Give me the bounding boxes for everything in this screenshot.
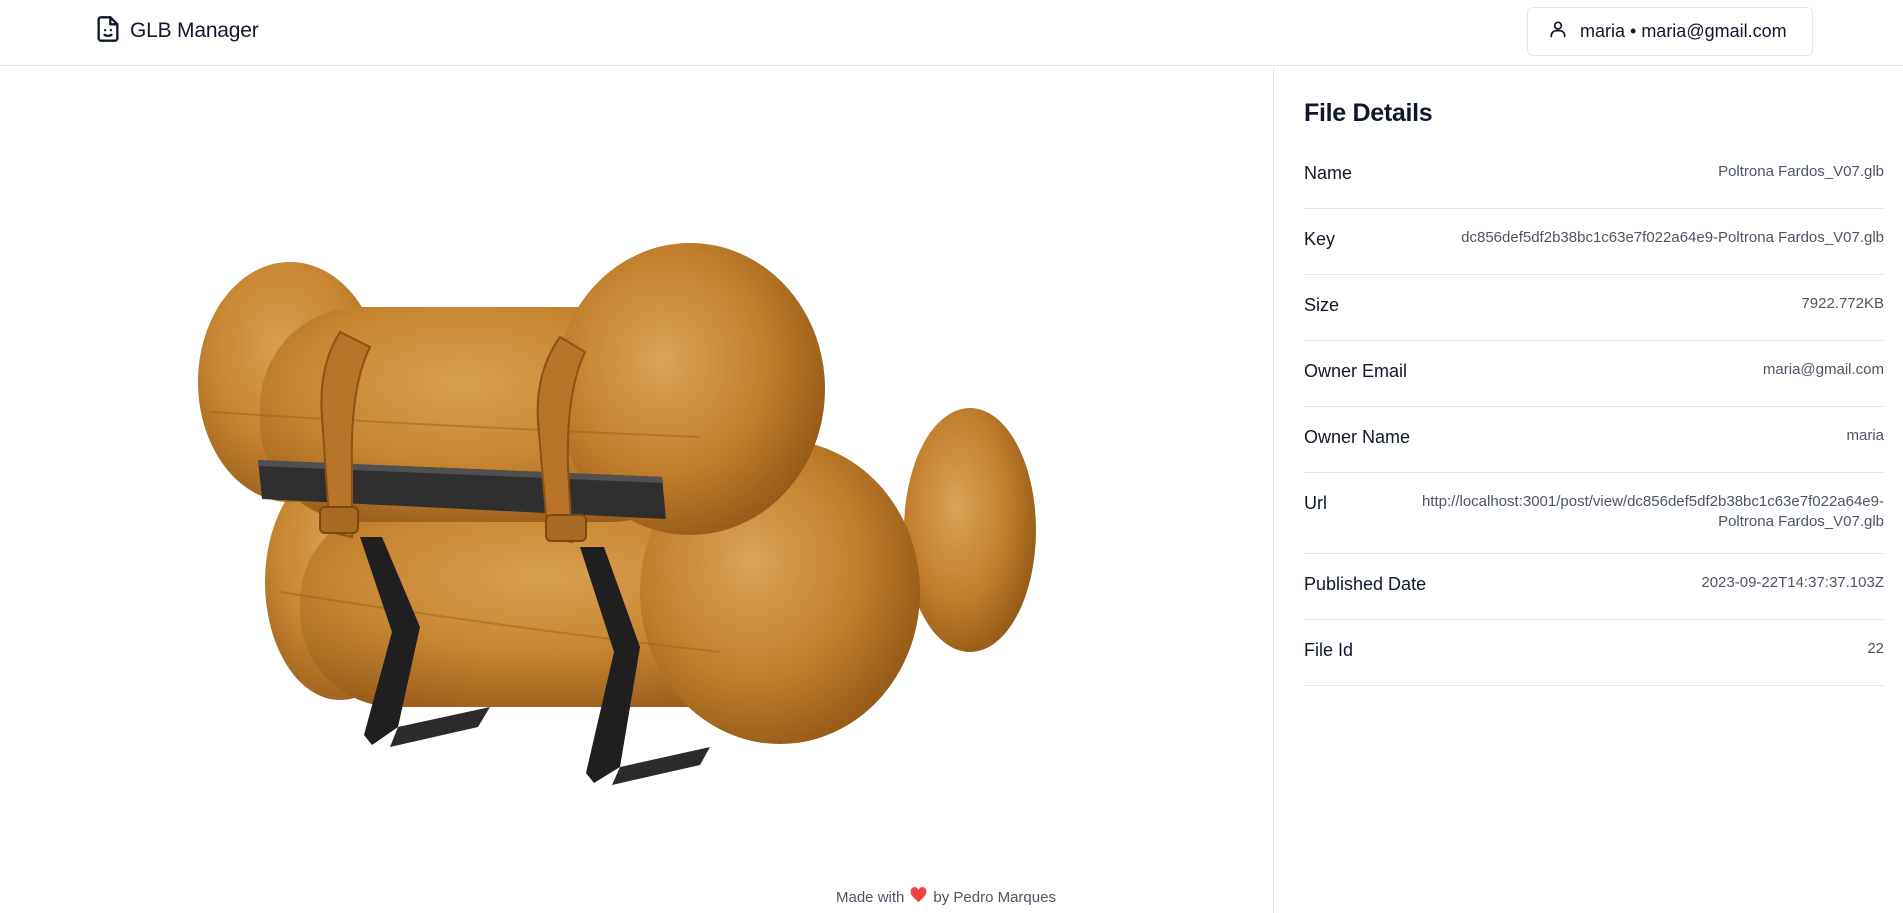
- detail-row-key: Key dc856def5df2b38bc1c63e7f022a64e9-Pol…: [1304, 209, 1884, 275]
- heart-icon: [910, 887, 927, 907]
- detail-row-url: Url http://localhost:3001/post/view/dc85…: [1304, 473, 1884, 554]
- detail-row-owner-name: Owner Name maria: [1304, 407, 1884, 473]
- detail-row-size: Size 7922.772KB: [1304, 275, 1884, 341]
- detail-value: maria@gmail.com: [1762, 361, 1884, 378]
- user-label: maria • maria@gmail.com: [1580, 21, 1787, 41]
- footer-made-with: Made with: [836, 888, 905, 906]
- detail-value: 2023-09-22T14:37:37.103Z: [1701, 574, 1884, 591]
- detail-value: Poltrona Fardos_V07.glb: [1718, 163, 1884, 180]
- footer-author: by Pedro Marques: [933, 888, 1056, 906]
- detail-row-name: Name Poltrona Fardos_V07.glb: [1304, 143, 1884, 209]
- detail-row-file-id: File Id 22: [1304, 620, 1884, 686]
- detail-value: 22: [1867, 640, 1884, 657]
- user-icon: [1548, 19, 1568, 44]
- detail-label: File Id: [1304, 640, 1354, 660]
- detail-row-owner-email: Owner Email maria@gmail.com: [1304, 341, 1884, 407]
- footer: Made with by Pedro Marques: [836, 887, 1056, 907]
- detail-label: Size: [1304, 295, 1340, 315]
- app-title: GLB Manager: [130, 19, 259, 42]
- detail-value: dc856def5df2b38bc1c63e7f022a64e9-Poltron…: [1461, 229, 1884, 246]
- detail-label: Url: [1304, 493, 1327, 513]
- detail-label: Owner Name: [1304, 427, 1411, 447]
- detail-label: Published Date: [1304, 574, 1427, 594]
- glb-model-render: [198, 243, 1036, 785]
- panel-title: File Details: [1304, 99, 1433, 127]
- panel-divider: [1273, 67, 1274, 913]
- detail-label: Name: [1304, 163, 1353, 183]
- url-line-1: http://localhost:3001/post/view/dc856def…: [1421, 493, 1884, 510]
- top-header: GLB Manager maria • maria@gmail.com: [0, 0, 1903, 66]
- detail-label: Key: [1304, 229, 1336, 249]
- url-line-2: Poltrona Fardos_V07.glb: [1718, 513, 1884, 530]
- detail-value: 7922.772KB: [1801, 295, 1884, 312]
- file-smile-icon: [94, 15, 122, 48]
- detail-row-published-date: Published Date 2023-09-22T14:37:37.103Z: [1304, 554, 1884, 620]
- brand-link[interactable]: GLB Manager: [94, 15, 259, 48]
- detail-value: maria: [1846, 427, 1884, 444]
- user-menu-button[interactable]: maria • maria@gmail.com: [1527, 7, 1813, 56]
- detail-value-url[interactable]: http://localhost:3001/post/view/dc856def…: [1422, 492, 1884, 532]
- detail-label: Owner Email: [1304, 361, 1408, 381]
- model-viewer[interactable]: [0, 67, 1273, 913]
